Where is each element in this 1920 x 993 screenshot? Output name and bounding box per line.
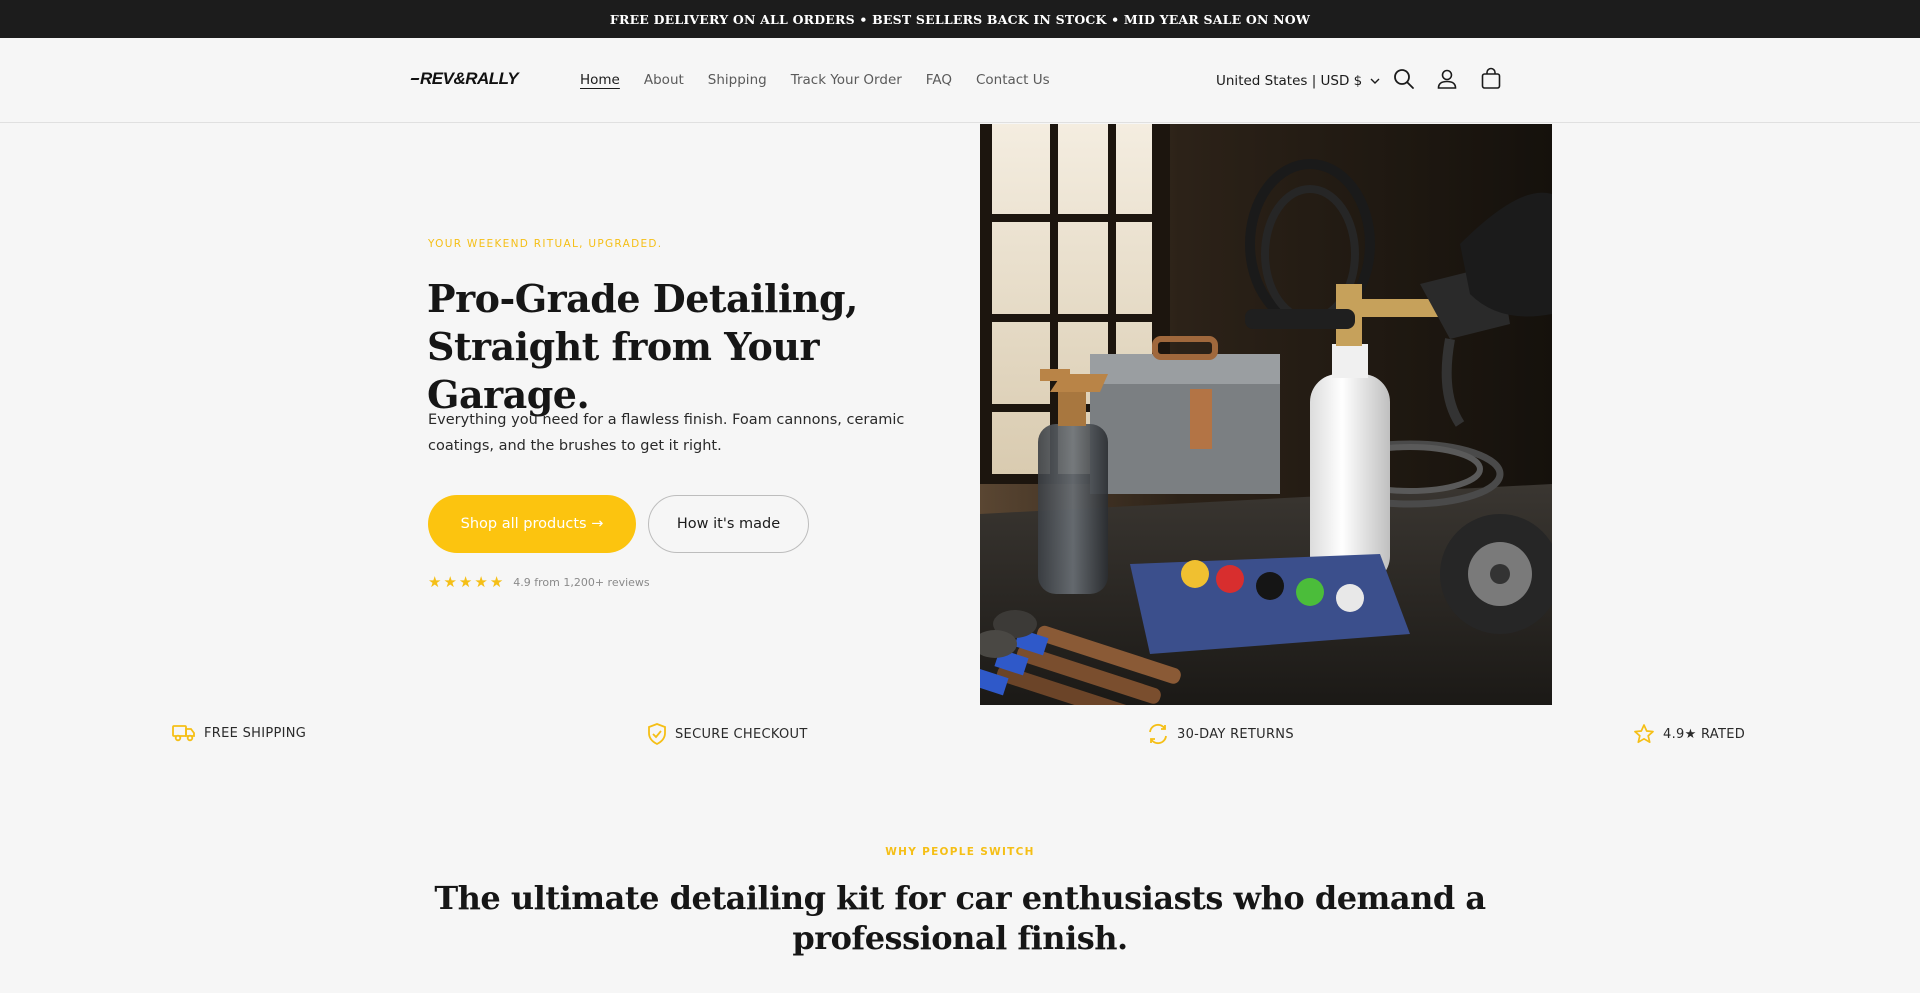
hero-product-illustration (980, 124, 1552, 705)
logo-text: REV&RALLY (420, 69, 519, 88)
star-icon (1634, 724, 1654, 744)
hero-eyebrow: YOUR WEEKEND RITUAL, UPGRADED. (428, 238, 663, 250)
trust-secure-checkout: SECURE CHECKOUT (647, 723, 808, 745)
nav-contact[interactable]: Contact Us (976, 72, 1050, 88)
trust-label: SECURE CHECKOUT (675, 726, 808, 742)
truck-icon (172, 725, 195, 742)
nav-track-order[interactable]: Track Your Order (791, 72, 902, 88)
trust-returns: 30-DAY RETURNS (1147, 723, 1294, 745)
why-eyebrow: WHY PEOPLE SWITCH (885, 846, 1035, 858)
site-header: REV&RALLY Home About Shipping Track Your… (0, 38, 1920, 123)
why-title: The ultimate detailing kit for car enthu… (434, 879, 1486, 957)
logo[interactable]: REV&RALLY (410, 69, 519, 89)
hero-description: Everything you need for a flawless finis… (428, 412, 905, 454)
hero-image (980, 124, 1552, 705)
trust-rated: 4.9★ RATED (1633, 723, 1745, 745)
star-icon: ★ (428, 574, 442, 591)
hero-rating: ★ ★ ★ ★ ★ 4.9 from 1,200+ reviews (428, 575, 650, 590)
hero-headline-line1: Pro-Grade Detailing, (427, 276, 858, 321)
region-label: United States | USD $ (1216, 73, 1363, 89)
nav-about[interactable]: About (644, 72, 684, 88)
region-currency-selector[interactable]: United States | USD $ (1216, 73, 1380, 89)
star-icon: ★ (474, 574, 488, 591)
star-icon: ★ (489, 574, 504, 591)
trust-label: 30-DAY RETURNS (1177, 726, 1294, 742)
nav-home[interactable]: Home (580, 72, 620, 88)
search-icon[interactable] (1392, 67, 1416, 91)
shop-all-button[interactable]: Shop all products → (428, 495, 636, 553)
chevron-down-icon (1370, 78, 1380, 84)
refresh-icon (1149, 723, 1167, 745)
cart-icon[interactable] (1479, 67, 1503, 91)
star-icon: ★ (458, 574, 473, 591)
trust-free-shipping: FREE SHIPPING (172, 723, 306, 743)
announcement-text: FREE DELIVERY ON ALL ORDERS • BEST SELLE… (609, 11, 1311, 27)
nav-shipping[interactable]: Shipping (708, 72, 767, 88)
how-its-made-button[interactable]: How it's made (648, 495, 809, 553)
trust-label: FREE SHIPPING (204, 725, 307, 741)
shield-check-icon (648, 723, 666, 745)
logo-mark (410, 78, 420, 80)
hero-headline-line2: Straight from Your Garage. (427, 324, 820, 417)
announcement-bar: FREE DELIVERY ON ALL ORDERS • BEST SELLE… (0, 0, 1920, 38)
hero-headline: Pro-Grade Detailing, Straight from Your … (427, 275, 947, 419)
account-icon[interactable] (1435, 67, 1459, 91)
trust-label: 4.9★ RATED (1663, 726, 1746, 742)
nav-faq[interactable]: FAQ (926, 72, 952, 88)
rating-text: 4.9 from 1,200+ reviews (513, 576, 650, 589)
main-nav: Home About Shipping Track Your Order FAQ… (580, 72, 1074, 88)
star-icon: ★ (443, 574, 457, 591)
